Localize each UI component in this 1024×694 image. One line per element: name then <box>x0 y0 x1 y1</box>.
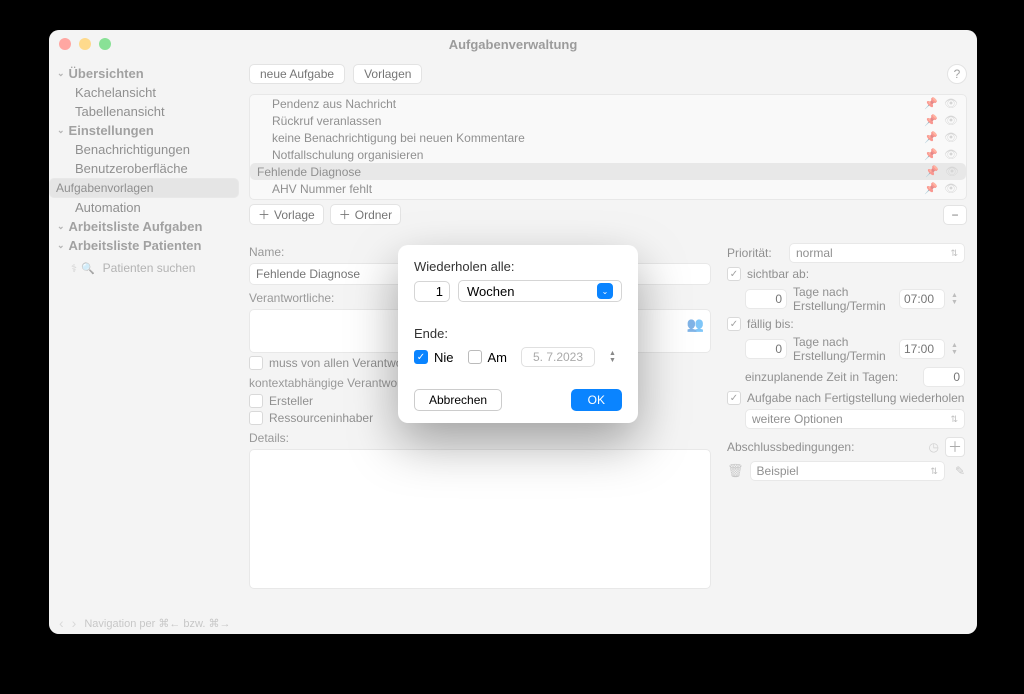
end-label: Ende: <box>414 326 622 341</box>
end-never-check[interactable]: ✓ <box>414 350 428 364</box>
repeat-every-label: Wiederholen alle: <box>414 259 622 274</box>
date-stepper[interactable]: ▲▼ <box>609 347 622 367</box>
repeat-interval-input[interactable] <box>414 281 450 302</box>
dropdown-icon: ⌄ <box>597 283 613 299</box>
end-on-check[interactable] <box>468 350 482 364</box>
repeat-modal: Wiederholen alle: Wochen ⌄ Ende: ✓ Nie A… <box>398 245 638 423</box>
cancel-button[interactable]: Abbrechen <box>414 389 502 411</box>
repeat-unit-select[interactable]: Wochen ⌄ <box>458 280 622 302</box>
ok-button[interactable]: OK <box>571 389 622 411</box>
end-date-input[interactable] <box>521 347 595 367</box>
